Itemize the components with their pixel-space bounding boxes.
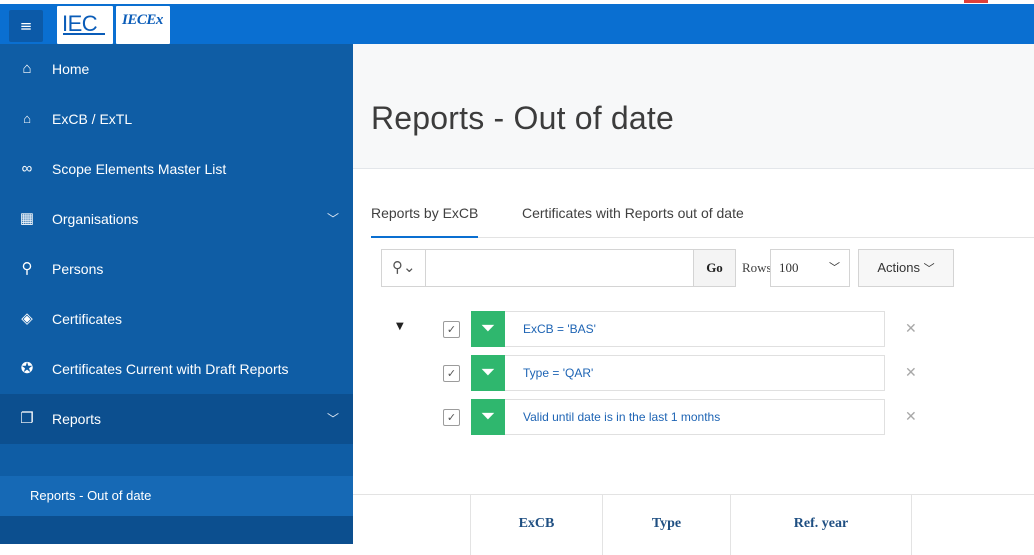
persons-icon: ⚲ (21, 260, 33, 277)
building-icon: ▦ (19, 210, 35, 227)
home-icon: ⌂ (22, 60, 32, 77)
sidebar-item-label: Persons (52, 261, 104, 277)
page-title: Reports - Out of date (371, 100, 675, 136)
rows-value: 100 (779, 260, 799, 275)
funnel-icon: ⏷ (471, 355, 505, 391)
sidebar-item-label: Certificates (52, 311, 123, 327)
actions-button[interactable]: Actions ﹀ (858, 249, 954, 287)
filter-enable-checkbox[interactable]: ✓ (443, 365, 460, 382)
filter-link[interactable]: ExCB = 'BAS' (505, 311, 885, 347)
iecex-logo-text: IECEx (122, 12, 163, 28)
graduation-cap-icon: ◈ (21, 310, 33, 327)
sidebar-item-home[interactable]: ⌂ Home (0, 44, 353, 94)
sidebar-item-certificates[interactable]: ◈ Certificates (0, 294, 353, 344)
filter-row: ✓ ⏷ Type = 'QAR' ✕ (353, 355, 953, 391)
search-column-selector[interactable]: ⚲⌄ (381, 249, 425, 287)
column-header-ref-year[interactable]: Ref. year (731, 495, 912, 555)
badge-icon: ✪ (20, 360, 34, 377)
sidebar-item-reports[interactable]: ❐ Reports ﹀ (0, 394, 353, 444)
rows-select[interactable]: 100 ﹀ (770, 249, 850, 287)
sidebar-item-organisations[interactable]: ▦ Organisations ﹀ (0, 194, 353, 244)
remove-filter-icon[interactable]: ✕ (905, 311, 917, 347)
sidebar-item-label: ExCB / ExTL (52, 111, 133, 127)
filter-link[interactable]: Valid until date is in the last 1 months (505, 399, 885, 435)
rows-label: Rows (742, 260, 772, 275)
actions-label: Actions (877, 260, 920, 275)
remove-filter-icon[interactable]: ✕ (905, 399, 917, 435)
hamburger-icon: ≡ (19, 17, 33, 35)
menu-button[interactable]: ≡ (9, 10, 43, 42)
title-band: Reports - Out of date (353, 44, 1034, 169)
copy-icon: ❐ (20, 410, 34, 427)
go-button[interactable]: Go (694, 249, 736, 287)
funnel-icon: ⏷ (471, 399, 505, 435)
sidebar-next-item[interactable] (0, 516, 353, 544)
sidebar-item-excb-extl[interactable]: ⌂ ExCB / ExTL (0, 94, 353, 144)
chevron-down-icon[interactable]: ﹀ (327, 394, 339, 444)
bank-icon: ⌂ (23, 111, 31, 126)
chevron-down-icon[interactable]: ﹀ (327, 194, 339, 244)
iecex-logo[interactable]: IECEx (116, 6, 170, 44)
filter-row: ✓ ⏷ Valid until date is in the last 1 mo… (353, 399, 953, 435)
search-toolbar: ⚲⌄ Go Rows 100 ﹀ Actions ﹀ (381, 249, 1034, 289)
tab-reports-by-excb[interactable]: Reports by ExCB (371, 189, 479, 238)
report-grid-header: ExCB Type Ref. year (353, 494, 1034, 555)
sidebar-subitem-reports-out-of-date[interactable]: Reports - Out of date (0, 476, 353, 516)
tab-bar: Reports by ExCB Certificates with Report… (371, 189, 1034, 238)
sidebar-item-label: Home (52, 61, 90, 77)
sidebar-item-label: Scope Elements Master List (52, 161, 227, 177)
funnel-icon: ⏷ (471, 311, 505, 347)
filter-enable-checkbox[interactable]: ✓ (443, 409, 460, 426)
share-nodes-icon: ∞ (21, 160, 33, 177)
sidebar-item-label: Certificates Current with Draft Reports (52, 361, 289, 377)
chevron-down-icon: ﹀ (923, 263, 935, 275)
remove-filter-icon[interactable]: ✕ (905, 355, 917, 391)
sidebar-item-label: Reports (52, 411, 102, 427)
column-header-type[interactable]: Type (603, 495, 731, 555)
sidebar: ⌂ Home ⌂ ExCB / ExTL ∞ Scope Elements Ma… (0, 44, 353, 544)
main-content: Reports - Out of date Reports by ExCB Ce… (353, 44, 1034, 555)
tab-certificates-reports-out-of-date[interactable]: Certificates with Reports out of date (522, 189, 744, 237)
filter-enable-checkbox[interactable]: ✓ (443, 321, 460, 338)
collapse-triangle-icon[interactable]: ▼ (396, 321, 404, 332)
filter-link[interactable]: Type = 'QAR' (505, 355, 885, 391)
filter-row: ▼ ✓ ⏷ ExCB = 'BAS' ✕ (353, 311, 953, 347)
row-selector-column (353, 495, 471, 555)
sidebar-item-certificates-current[interactable]: ✪ Certificates Current with Draft Report… (0, 344, 353, 394)
top-bar: ≡ IEC IECEx (0, 0, 1034, 44)
search-icon: ⚲⌄ (392, 258, 416, 276)
column-header-excb[interactable]: ExCB (471, 495, 603, 555)
sidebar-subitem-label: Reports - Out of date (30, 488, 152, 503)
sidebar-item-scope-elements[interactable]: ∞ Scope Elements Master List (0, 144, 353, 194)
chevron-down-icon: ﹀ (829, 262, 840, 274)
iec-logo[interactable]: IEC (57, 6, 113, 44)
sidebar-item-persons[interactable]: ⚲ Persons (0, 244, 353, 294)
sidebar-item-label: Organisations (52, 211, 139, 227)
search-input[interactable] (425, 249, 694, 287)
top-accent-mark (964, 0, 988, 3)
